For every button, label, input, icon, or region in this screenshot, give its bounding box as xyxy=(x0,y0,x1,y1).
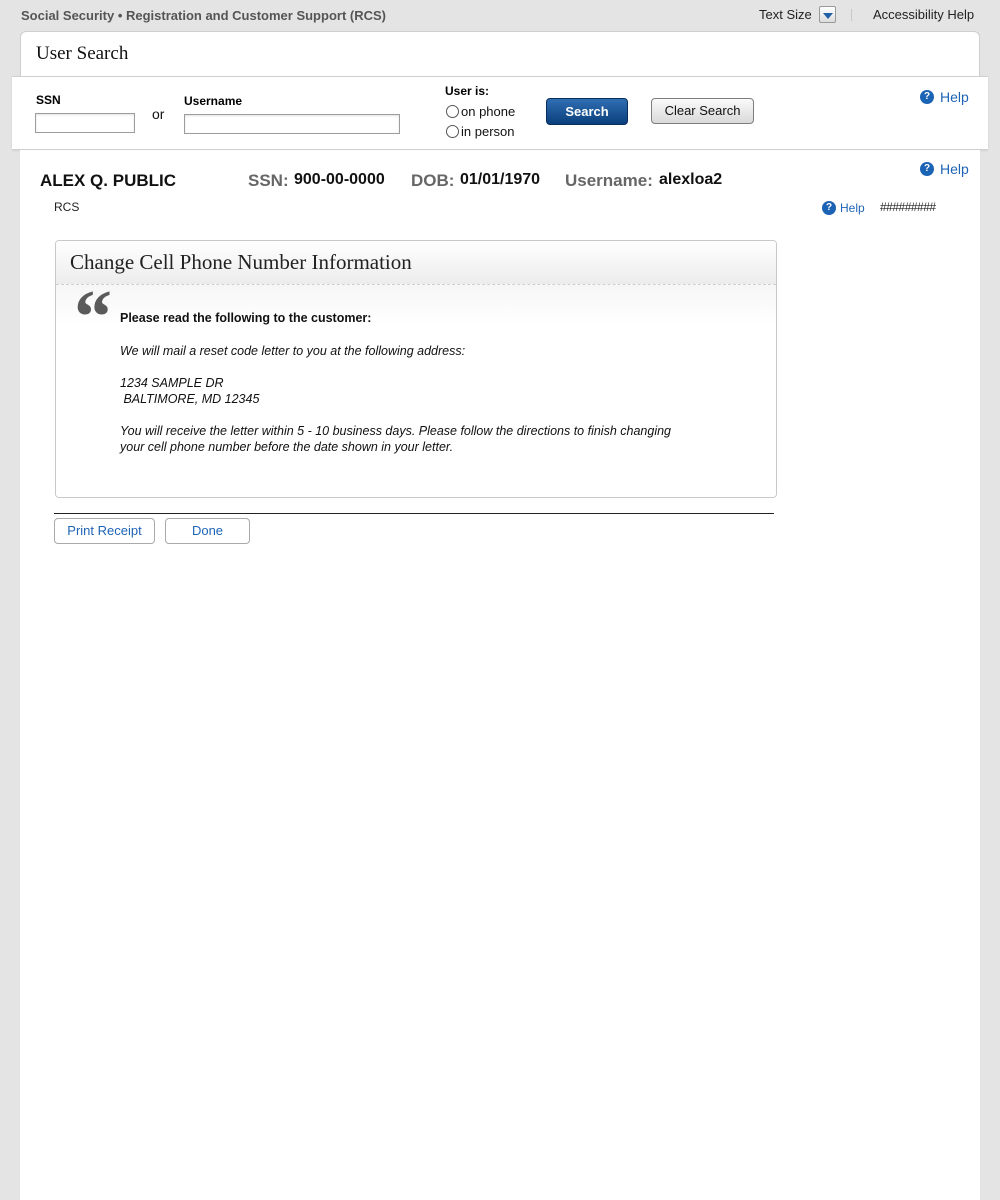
customer-main-card: ? Help ALEX Q. PUBLIC SSN: 900-00-0000 D… xyxy=(20,150,980,1200)
address-line-2: BALTIMORE, MD 12345 xyxy=(120,392,260,406)
chevron-down-icon xyxy=(822,12,833,19)
username-value: alexloa2 xyxy=(659,171,723,188)
customer-help-link[interactable]: ? Help xyxy=(920,161,969,177)
search-help-link[interactable]: ? Help xyxy=(920,89,969,105)
divider xyxy=(851,9,852,21)
help-label: Help xyxy=(840,201,865,215)
help-label: Help xyxy=(940,89,969,105)
divider xyxy=(54,513,774,514)
radio-on-phone[interactable]: on phone xyxy=(446,104,515,119)
instruction-text: Please read the following to the custome… xyxy=(120,311,372,325)
user-search-header: User Search xyxy=(20,31,980,77)
script-mail-text: We will mail a reset code letter to you … xyxy=(120,344,466,358)
accessibility-help-link[interactable]: Accessibility Help xyxy=(873,7,974,22)
help-icon: ? xyxy=(920,90,934,104)
app-label: RCS xyxy=(54,200,80,214)
dob-field-label: DOB: xyxy=(411,171,455,190)
username-label: Username xyxy=(184,94,243,108)
ssn-input[interactable] xyxy=(35,113,135,133)
section-help-link[interactable]: ? Help xyxy=(822,201,865,215)
or-text: or xyxy=(152,106,165,122)
username-input[interactable] xyxy=(184,114,400,134)
customer-name: ALEX Q. PUBLIC xyxy=(40,171,177,190)
reference-code: ######### xyxy=(880,200,936,214)
ssn-field-label: SSN: xyxy=(248,171,289,190)
top-bar: Social Security • Registration and Custo… xyxy=(0,0,1000,30)
ssn-value: 900-00-0000 xyxy=(294,171,385,188)
user-is-label: User is: xyxy=(445,84,490,98)
user-search-title: User Search xyxy=(36,43,129,64)
text-size-label: Text Size xyxy=(759,7,812,22)
radio-circle-icon xyxy=(446,125,459,138)
panel-body: “ Please read the following to the custo… xyxy=(56,279,776,497)
site-title: Social Security • Registration and Custo… xyxy=(21,8,386,23)
ssn-label: SSN xyxy=(36,93,61,107)
script-timing-text-cont: your cell phone number before the date s… xyxy=(120,440,454,454)
radio-circle-icon xyxy=(446,105,459,118)
clear-search-button[interactable]: Clear Search xyxy=(651,98,754,124)
radio-on-phone-label: on phone xyxy=(461,104,516,119)
user-search-form: SSN or Username User is: on phone in per… xyxy=(12,76,988,150)
print-receipt-button[interactable]: Print Receipt xyxy=(54,518,155,544)
quote-icon: “ xyxy=(74,275,112,359)
done-button[interactable]: Done xyxy=(165,518,250,544)
text-size-dropdown[interactable] xyxy=(819,6,836,23)
search-button[interactable]: Search xyxy=(546,98,628,125)
help-icon: ? xyxy=(822,201,836,215)
radio-in-person[interactable]: in person xyxy=(446,124,514,139)
dob-value: 01/01/1970 xyxy=(460,171,541,188)
change-cell-phone-panel: Change Cell Phone Number Information “ P… xyxy=(55,240,777,498)
username-field-label: Username: xyxy=(565,171,653,190)
help-label: Help xyxy=(940,161,969,177)
address-line-1: 1234 SAMPLE DR xyxy=(120,376,224,390)
script-timing-text: You will receive the letter within 5 - 1… xyxy=(120,424,671,438)
radio-in-person-label: in person xyxy=(461,124,515,139)
panel-title: Change Cell Phone Number Information xyxy=(56,241,776,285)
help-icon: ? xyxy=(920,162,934,176)
